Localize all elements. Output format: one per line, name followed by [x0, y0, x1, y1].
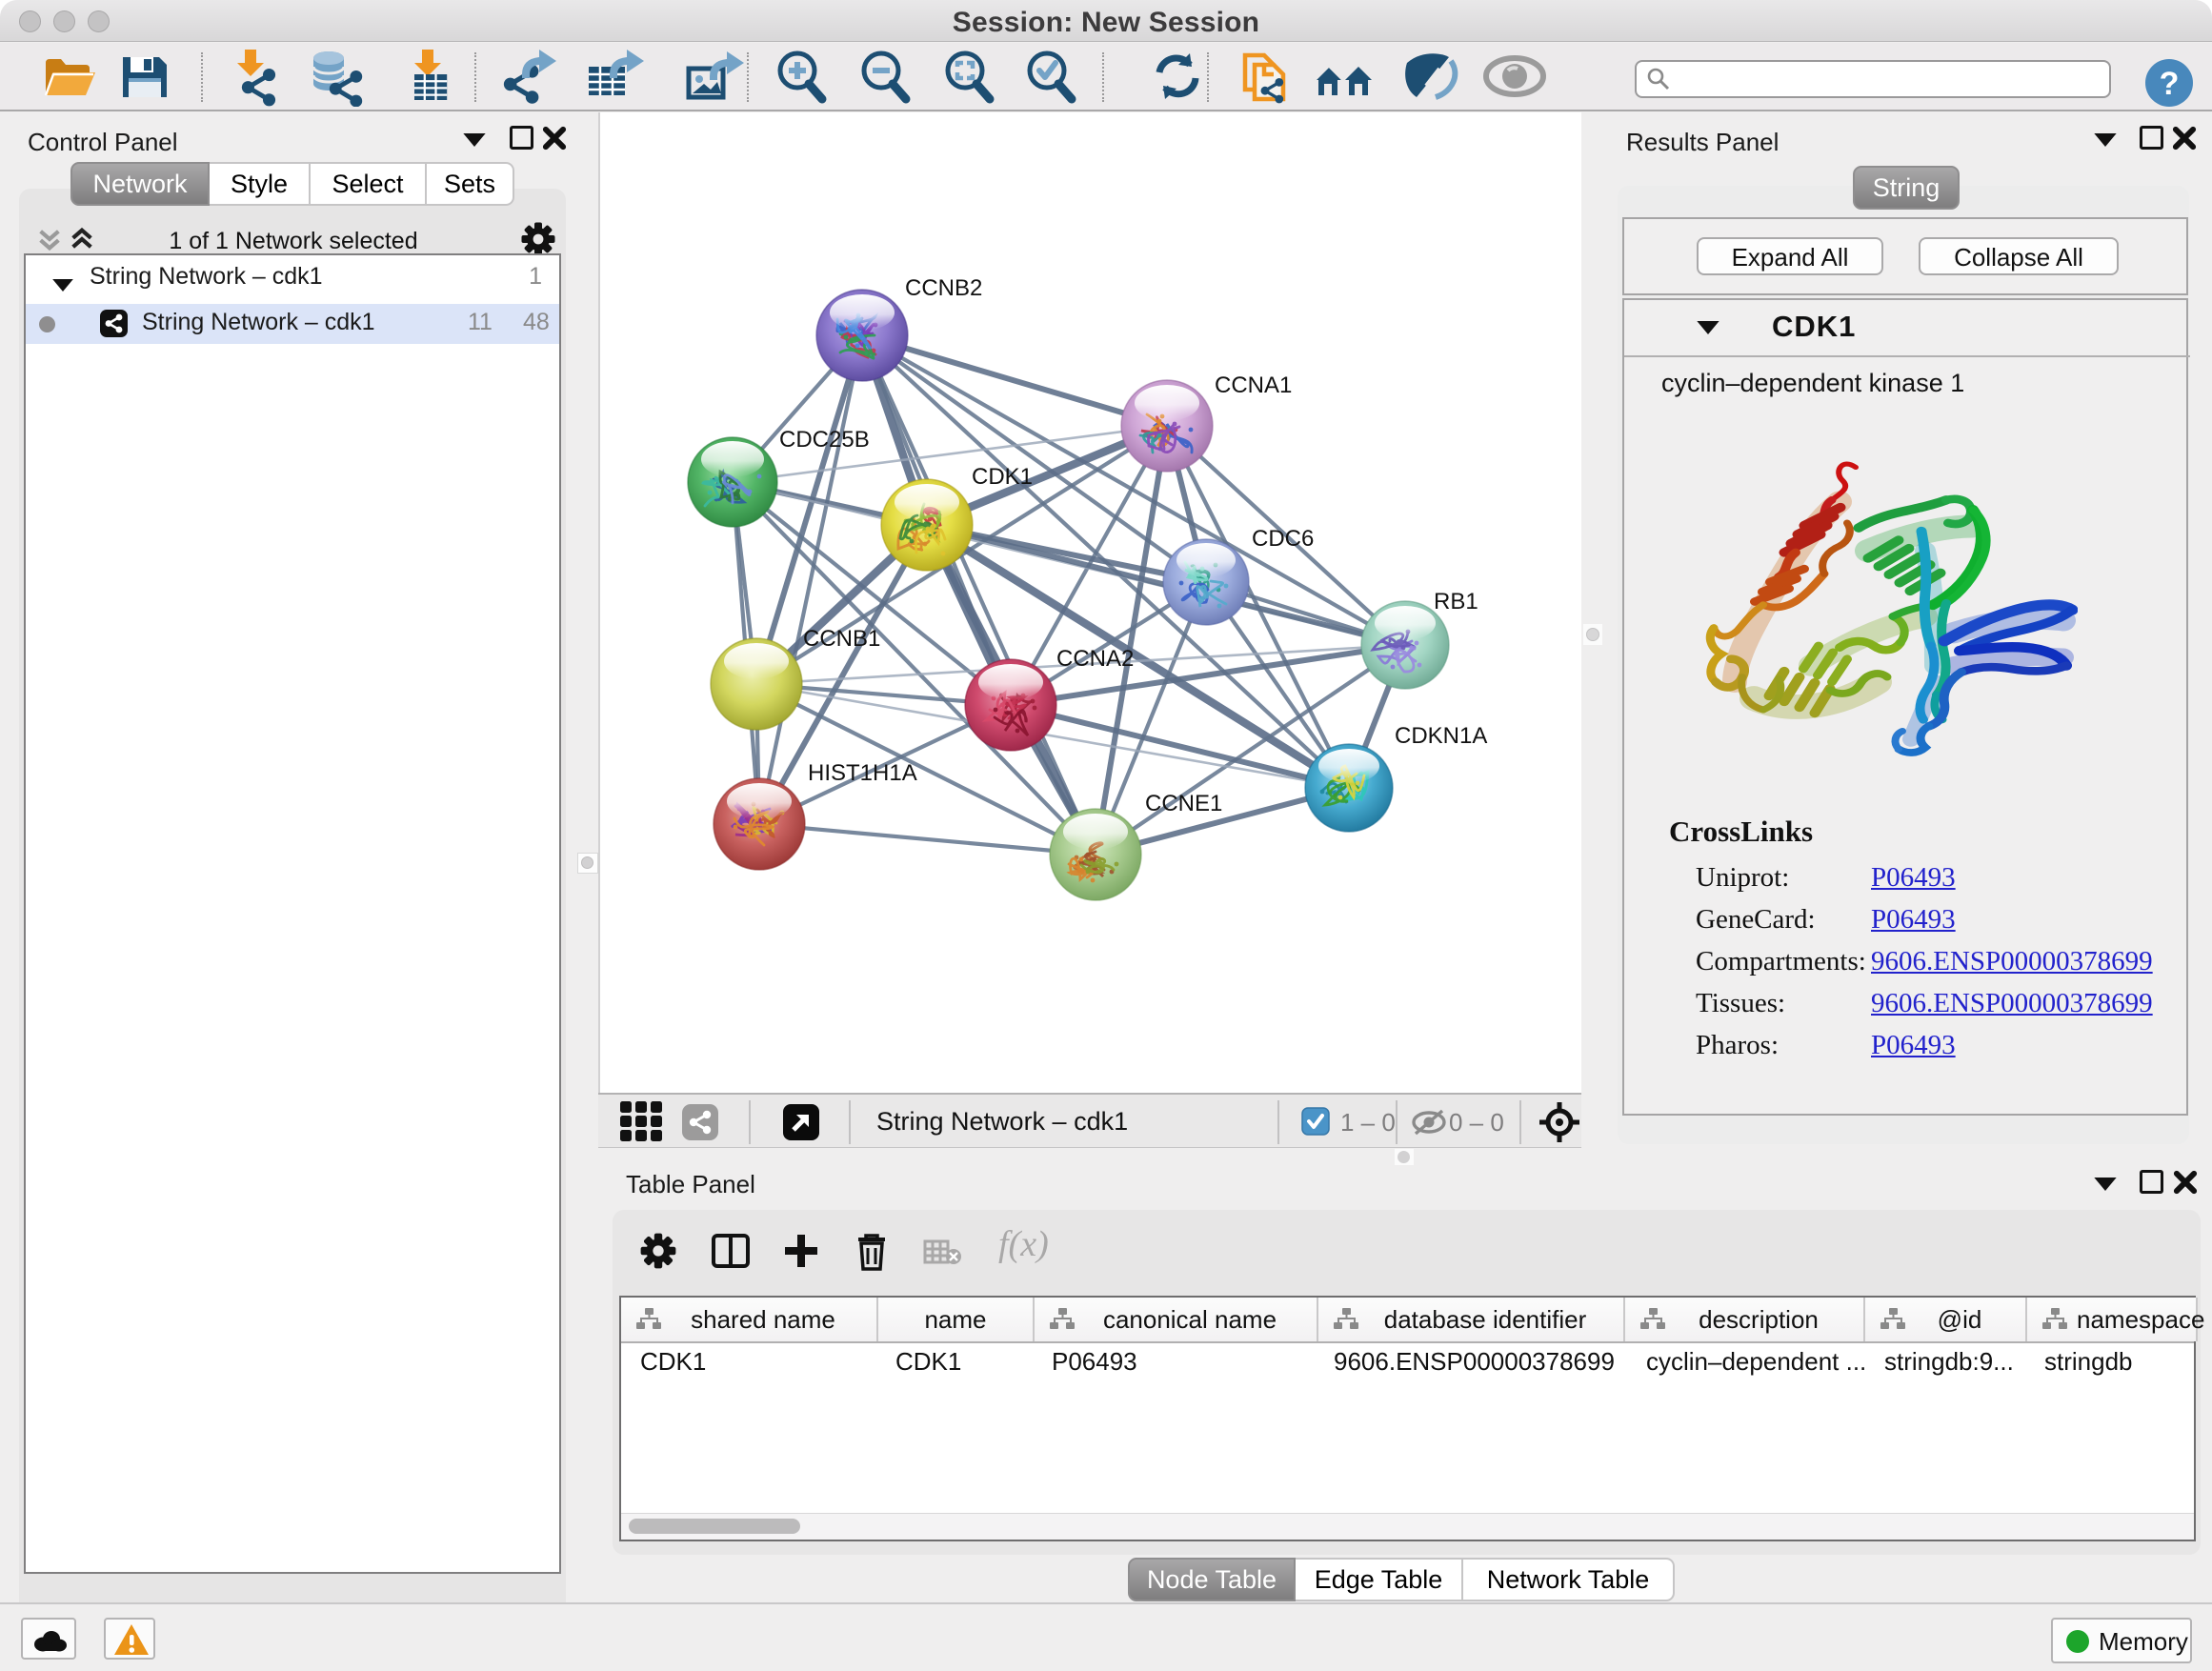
svg-text:?: ?	[2160, 66, 2180, 102]
svg-text:CCNA1: CCNA1	[1215, 372, 1292, 398]
svg-text:CCNB2: CCNB2	[905, 275, 982, 301]
svg-text:CDC6: CDC6	[1252, 526, 1314, 552]
svg-text:CDK1: CDK1	[972, 464, 1033, 490]
svg-text:CDKN1A: CDKN1A	[1395, 723, 1487, 749]
svg-text:CCNA2: CCNA2	[1056, 646, 1134, 672]
svg-text:CDC25B: CDC25B	[779, 427, 870, 453]
svg-text:RB1: RB1	[1434, 589, 1478, 614]
svg-text:CCNB1: CCNB1	[803, 626, 880, 652]
svg-text:HIST1H1A: HIST1H1A	[808, 760, 917, 786]
svg-text:CCNE1: CCNE1	[1145, 791, 1222, 816]
